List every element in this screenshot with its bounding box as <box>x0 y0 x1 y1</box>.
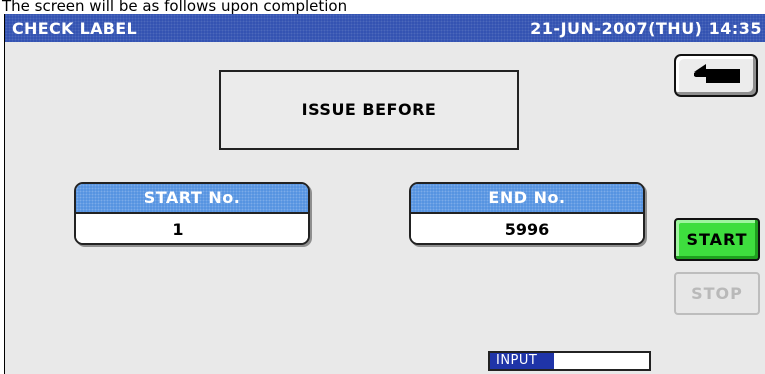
start-number-label: START No. <box>76 184 308 214</box>
start-button[interactable]: START <box>674 218 760 261</box>
back-arrow-icon <box>694 64 740 83</box>
end-number-label: END No. <box>411 184 643 214</box>
screen-title: CHECK LABEL <box>12 19 137 38</box>
input-indicator: INPUT <box>488 351 651 371</box>
start-number-value: 1 <box>172 220 184 239</box>
start-number-field[interactable]: START No. 1 <box>74 182 310 245</box>
scale-screen: CHECK LABEL 21-JUN-2007(THU) 14:35 ISSUE… <box>4 14 765 374</box>
stop-button[interactable]: STOP <box>674 272 760 315</box>
input-indicator-label: INPUT <box>490 353 554 369</box>
title-bar: CHECK LABEL 21-JUN-2007(THU) 14:35 <box>5 14 765 42</box>
status-message: ISSUE BEFORE <box>219 70 519 150</box>
caption-text: The screen will be as follows upon compl… <box>2 0 348 14</box>
end-number-value: 5996 <box>411 214 643 243</box>
end-number-field[interactable]: END No. 5996 <box>409 182 645 245</box>
back-button[interactable] <box>674 54 758 97</box>
date-time: 21-JUN-2007(THU) 14:35 <box>530 19 762 38</box>
